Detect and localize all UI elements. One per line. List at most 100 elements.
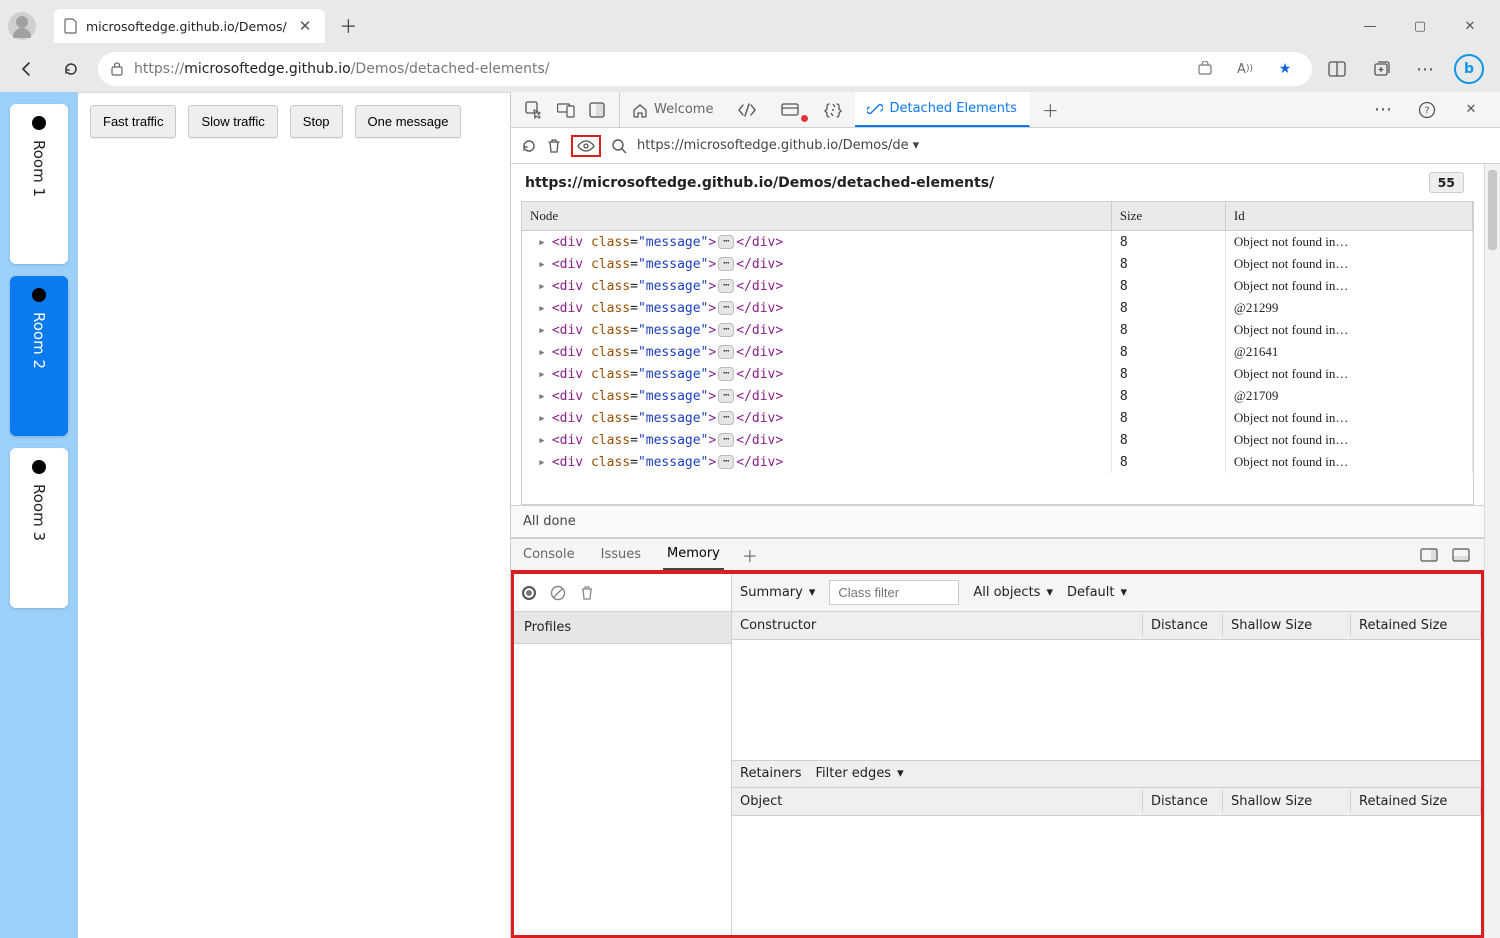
table-row[interactable]: ▸<div class="message">⋯</div>8@21709 bbox=[522, 385, 1473, 407]
bing-chat-icon[interactable]: b bbox=[1454, 54, 1484, 84]
table-row[interactable]: ▸<div class="message">⋯</div>8Object not… bbox=[522, 319, 1473, 341]
read-aloud-icon[interactable]: A)) bbox=[1230, 54, 1260, 84]
profile-avatar[interactable] bbox=[8, 12, 36, 40]
devtools-close-icon[interactable]: ✕ bbox=[1456, 95, 1486, 125]
table-row[interactable]: ▸<div class="message">⋯</div>8Object not… bbox=[522, 363, 1473, 385]
expand-icon[interactable]: ▸ bbox=[538, 455, 546, 470]
window-maximize[interactable]: ▢ bbox=[1398, 9, 1442, 43]
network-console-tab[interactable] bbox=[769, 92, 812, 127]
ellipsis-chip[interactable]: ⋯ bbox=[718, 301, 734, 315]
delete-profile-icon[interactable] bbox=[580, 585, 594, 601]
one-message-button[interactable]: One message bbox=[355, 105, 462, 138]
ellipsis-chip[interactable]: ⋯ bbox=[718, 279, 734, 293]
delete-icon[interactable] bbox=[547, 138, 561, 154]
collections-icon[interactable] bbox=[1366, 54, 1396, 84]
ellipsis-chip[interactable]: ⋯ bbox=[718, 411, 734, 425]
drawer-add-tab[interactable]: ＋ bbox=[742, 543, 758, 567]
browser-tab[interactable]: microsoftedge.github.io/Demos/ ✕ bbox=[54, 9, 325, 43]
search-icon[interactable] bbox=[611, 138, 627, 154]
col-shallow2[interactable]: Shallow Size bbox=[1223, 790, 1351, 813]
welcome-tab[interactable]: Welcome bbox=[620, 92, 726, 127]
device-emulation-alt-icon[interactable] bbox=[589, 102, 605, 118]
back-button[interactable] bbox=[10, 52, 44, 86]
stop-button[interactable]: Stop bbox=[290, 105, 343, 138]
col-distance2[interactable]: Distance bbox=[1143, 790, 1223, 813]
col-object[interactable]: Object bbox=[732, 790, 1143, 813]
ellipsis-chip[interactable]: ⋯ bbox=[718, 345, 734, 359]
refresh-detached-icon[interactable] bbox=[521, 138, 537, 154]
drawer-tab-issues[interactable]: Issues bbox=[597, 539, 645, 570]
expand-icon[interactable]: ▸ bbox=[538, 257, 546, 272]
analyze-icon[interactable] bbox=[571, 135, 601, 157]
objects-scope-select[interactable]: All objects▾ bbox=[973, 585, 1053, 600]
room-tab-2[interactable]: Room 2 bbox=[10, 276, 68, 436]
expand-icon[interactable]: ▸ bbox=[538, 345, 546, 360]
table-row[interactable]: ▸<div class="message">⋯</div>8@21641 bbox=[522, 341, 1473, 363]
table-row[interactable]: ▸<div class="message">⋯</div>8Object not… bbox=[522, 253, 1473, 275]
ellipsis-chip[interactable]: ⋯ bbox=[718, 455, 734, 469]
inspect-element-icon[interactable] bbox=[525, 101, 543, 119]
expand-icon[interactable]: ▸ bbox=[538, 279, 546, 294]
table-row[interactable]: ▸<div class="message">⋯</div>8Object not… bbox=[522, 429, 1473, 451]
elements-tab[interactable] bbox=[726, 92, 769, 127]
slow-traffic-button[interactable]: Slow traffic bbox=[188, 105, 277, 138]
record-heap-icon[interactable] bbox=[522, 586, 536, 600]
vertical-scrollbar[interactable] bbox=[1484, 164, 1500, 938]
constructor-table-body[interactable] bbox=[732, 640, 1481, 760]
expand-icon[interactable]: ▸ bbox=[538, 235, 546, 250]
devtools-help-icon[interactable]: ? bbox=[1412, 95, 1442, 125]
room-tab-1[interactable]: Room 1 bbox=[10, 104, 68, 264]
table-row[interactable]: ▸<div class="message">⋯</div>8Object not… bbox=[522, 451, 1473, 473]
memory-view-select[interactable]: Summary▾ bbox=[740, 585, 815, 600]
col-distance[interactable]: Distance bbox=[1143, 614, 1223, 637]
col-retained[interactable]: Retained Size bbox=[1351, 614, 1481, 637]
ellipsis-chip[interactable]: ⋯ bbox=[718, 235, 734, 249]
shopping-icon[interactable] bbox=[1190, 54, 1220, 84]
expand-drawer-icon[interactable] bbox=[1452, 548, 1470, 562]
ellipsis-chip[interactable]: ⋯ bbox=[718, 367, 734, 381]
expand-icon[interactable]: ▸ bbox=[538, 389, 546, 404]
detached-elements-tab[interactable]: Detached Elements bbox=[855, 92, 1029, 127]
tab-close-button[interactable]: ✕ bbox=[295, 17, 316, 35]
fast-traffic-button[interactable]: Fast traffic bbox=[90, 105, 176, 138]
table-row[interactable]: ▸<div class="message">⋯</div>8@21299 bbox=[522, 297, 1473, 319]
favorite-star-icon[interactable]: ★ bbox=[1270, 54, 1300, 84]
dock-side-icon[interactable] bbox=[1420, 548, 1438, 562]
table-row[interactable]: ▸<div class="message">⋯</div>8Object not… bbox=[522, 231, 1473, 254]
column-node[interactable]: Node bbox=[522, 202, 1111, 231]
col-retained2[interactable]: Retained Size bbox=[1351, 790, 1481, 813]
expand-icon[interactable]: ▸ bbox=[538, 323, 546, 338]
window-minimize[interactable]: — bbox=[1348, 9, 1392, 43]
detached-table[interactable]: Node Size Id ▸<div class="message">⋯</di… bbox=[521, 201, 1474, 505]
site-info-icon[interactable] bbox=[110, 61, 124, 77]
expand-icon[interactable]: ▸ bbox=[538, 301, 546, 316]
devtools-more-icon[interactable]: ⋯ bbox=[1368, 95, 1398, 125]
new-tab-button[interactable]: ＋ bbox=[333, 11, 363, 41]
more-tabs-button[interactable]: ＋ bbox=[1030, 92, 1072, 127]
class-filter-input[interactable] bbox=[829, 580, 959, 605]
ellipsis-chip[interactable]: ⋯ bbox=[718, 389, 734, 403]
drawer-tab-memory[interactable]: Memory bbox=[663, 539, 724, 570]
expand-icon[interactable]: ▸ bbox=[538, 433, 546, 448]
settings-more-icon[interactable]: ⋯ bbox=[1410, 54, 1440, 84]
ellipsis-chip[interactable]: ⋯ bbox=[718, 433, 734, 447]
column-id[interactable]: Id bbox=[1225, 202, 1472, 231]
address-bar[interactable]: https://microsoftedge.github.io/Demos/de… bbox=[98, 52, 1312, 86]
column-size[interactable]: Size bbox=[1111, 202, 1225, 231]
table-row[interactable]: ▸<div class="message">⋯</div>8Object not… bbox=[522, 275, 1473, 297]
ellipsis-chip[interactable]: ⋯ bbox=[718, 257, 734, 271]
window-close[interactable]: ✕ bbox=[1448, 9, 1492, 43]
retainers-table-body[interactable] bbox=[732, 816, 1481, 936]
refresh-button[interactable] bbox=[54, 52, 88, 86]
default-filter-select[interactable]: Default▾ bbox=[1067, 585, 1127, 600]
col-constructor[interactable]: Constructor bbox=[732, 614, 1143, 637]
clear-profiles-icon[interactable] bbox=[550, 585, 566, 601]
device-emulation-icon[interactable] bbox=[557, 102, 575, 118]
col-shallow[interactable]: Shallow Size bbox=[1223, 614, 1351, 637]
room-tab-3[interactable]: Room 3 bbox=[10, 448, 68, 608]
sources-tab[interactable] bbox=[812, 92, 855, 127]
expand-icon[interactable]: ▸ bbox=[538, 367, 546, 382]
filter-edges-select[interactable]: Filter edges▾ bbox=[815, 766, 903, 781]
frame-url-select[interactable]: https://microsoftedge.github.io/Demos/de… bbox=[637, 138, 919, 153]
drawer-tab-console[interactable]: Console bbox=[519, 539, 579, 570]
